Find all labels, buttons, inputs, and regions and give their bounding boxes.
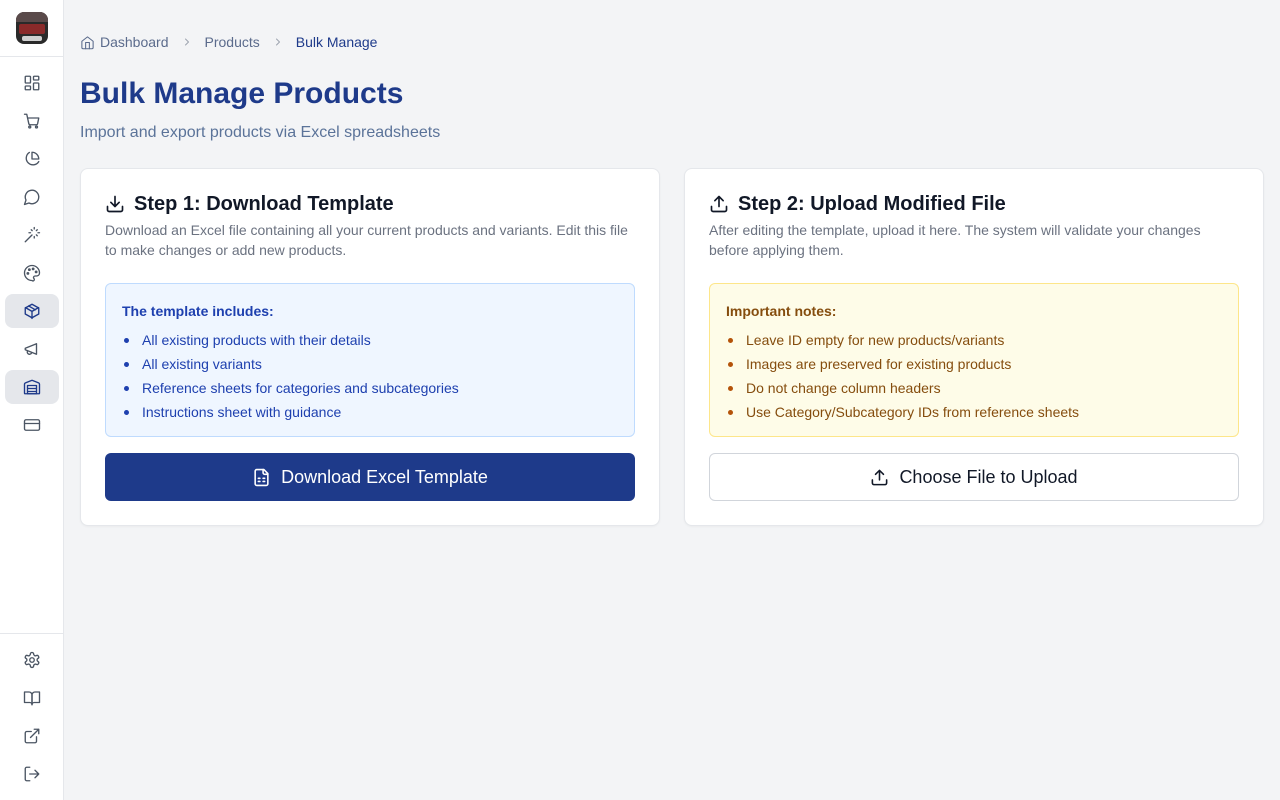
sidebar-item-settings[interactable] [5, 643, 59, 677]
chevron-right-icon [272, 36, 284, 48]
logout-icon [24, 766, 40, 782]
download-template-card: Step 1: Download Template Download an Ex… [80, 168, 660, 526]
page-subtitle: Import and export products via Excel spr… [80, 124, 441, 141]
list-item: Use Category/Subcategory IDs from refere… [726, 400, 1222, 424]
breadcrumb-label: Dashboard [100, 34, 169, 50]
card-description: After editing the template, upload it he… [709, 222, 1201, 258]
package-icon [24, 303, 40, 320]
sidebar-item-billing[interactable] [5, 408, 59, 442]
megaphone-icon [24, 343, 38, 355]
dashboard-icon [24, 75, 40, 91]
sidebar-item-view-store[interactable] [5, 719, 59, 753]
upload-icon [872, 469, 888, 485]
breadcrumb: Dashboard Products Bulk Manage [80, 32, 377, 52]
list-item: Do not change column headers [726, 376, 1222, 400]
upload-icon [710, 195, 728, 213]
list-item: Instructions sheet with guidance [122, 400, 618, 424]
breadcrumb-products[interactable]: Products [205, 34, 260, 50]
cart-icon [23, 113, 40, 129]
breadcrumb-dashboard[interactable]: Dashboard [80, 34, 169, 50]
list-item: Images are preserved for existing produc… [726, 352, 1222, 376]
card-header: Step 2: Upload Modified File [709, 191, 1006, 217]
info-list: All existing products with their details… [122, 328, 618, 424]
download-icon [106, 195, 124, 213]
list-item: All existing products with their details [122, 328, 618, 352]
settings-icon [24, 651, 40, 669]
sidebar-item-dashboard[interactable] [5, 66, 59, 100]
list-item: Leave ID empty for new products/variants [726, 328, 1222, 352]
sidebar-item-ai-tools[interactable] [5, 218, 59, 252]
card-title: Step 2: Upload Modified File [738, 193, 1006, 215]
sidebar-item-analytics[interactable] [5, 142, 59, 176]
home-icon [81, 35, 94, 49]
page-title: Bulk Manage Products [80, 77, 404, 110]
sidebar [0, 0, 64, 800]
sidebar-divider [0, 56, 63, 57]
breadcrumb-label: Products [204, 34, 260, 50]
button-label: Choose File to Upload [899, 466, 1078, 487]
upload-file-card: Step 2: Upload Modified File After editi… [684, 168, 1264, 526]
sidebar-item-docs[interactable] [5, 681, 59, 715]
credit-card-icon [23, 419, 41, 431]
book-icon [23, 691, 41, 706]
breadcrumb-current: Bulk Manage [295, 34, 378, 50]
palette-icon [23, 264, 41, 282]
sidebar-item-theme[interactable] [5, 256, 59, 290]
sidebar-item-warehouse[interactable] [5, 370, 59, 404]
card-description: Download an Excel file containing all yo… [105, 222, 628, 258]
spreadsheet-icon [254, 468, 269, 486]
sidebar-item-products[interactable] [5, 294, 59, 328]
choose-file-button[interactable]: Choose File to Upload [709, 453, 1239, 501]
sidebar-item-orders[interactable] [5, 104, 59, 138]
card-header: Step 1: Download Template [105, 191, 394, 217]
template-info-box: The template includes: All existing prod… [105, 283, 635, 437]
store-logo[interactable] [16, 12, 48, 44]
download-template-button[interactable]: Download Excel Template [105, 453, 635, 501]
sidebar-item-messages[interactable] [5, 180, 59, 214]
external-link-icon [24, 728, 40, 744]
important-notes-box: Important notes: Leave ID empty for new … [709, 283, 1239, 437]
card-title: Step 1: Download Template [134, 193, 394, 215]
sidebar-item-marketing[interactable] [5, 332, 59, 366]
info-heading: The template includes: [122, 303, 274, 319]
sidebar-divider-bottom [0, 633, 63, 634]
button-label: Download Excel Template [281, 466, 488, 487]
sidebar-item-logout[interactable] [5, 757, 59, 791]
chat-icon [23, 189, 40, 206]
warehouse-icon [23, 379, 41, 395]
chevron-right-icon [181, 36, 193, 48]
notes-list: Leave ID empty for new products/variants… [726, 328, 1222, 424]
list-item: All existing variants [122, 352, 618, 376]
list-item: Reference sheets for categories and subc… [122, 376, 618, 400]
magic-wand-icon [24, 226, 41, 243]
pie-chart-icon [25, 151, 40, 166]
notes-heading: Important notes: [726, 303, 837, 319]
